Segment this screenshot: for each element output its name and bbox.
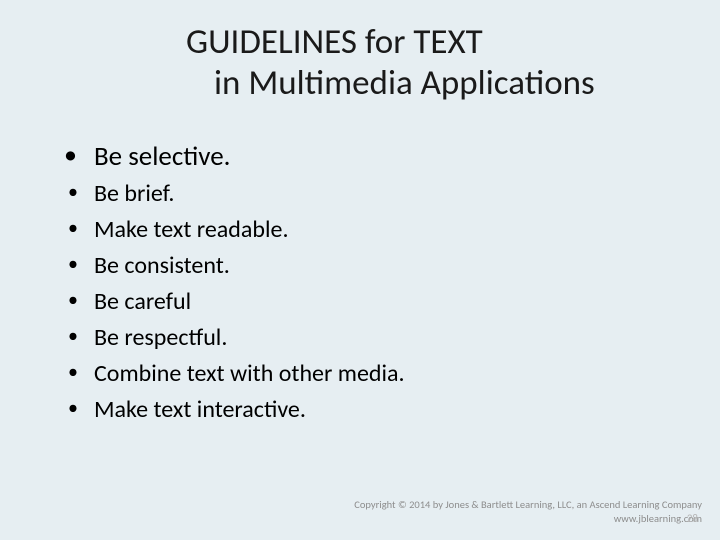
list-item: Be respectful.: [60, 320, 720, 356]
slide-number: 28: [687, 512, 698, 525]
list-item: Make text interactive.: [60, 392, 720, 428]
slide-title: GUIDELINES for TEXT in Multimedia Applic…: [0, 0, 720, 105]
title-line-1: GUIDELINES for TEXT: [186, 22, 720, 63]
title-line-2: in Multimedia Applications: [186, 63, 720, 104]
footer: Copyright © 2014 by Jones & Bartlett Lea…: [354, 498, 702, 526]
content-area: Be selective. Be brief. Make text readab…: [0, 105, 720, 428]
list-item: Combine text with other media.: [60, 356, 720, 392]
footer-url: www.jblearning.com: [354, 512, 702, 526]
list-item: Be careful: [60, 284, 720, 320]
list-item: Be brief.: [60, 176, 720, 212]
bullet-list: Be selective. Be brief. Make text readab…: [60, 137, 720, 428]
copyright-text: Copyright © 2014 by Jones & Bartlett Lea…: [354, 498, 702, 512]
list-item: Make text readable.: [60, 212, 720, 248]
list-item: Be selective.: [60, 137, 720, 176]
list-item: Be consistent.: [60, 248, 720, 284]
